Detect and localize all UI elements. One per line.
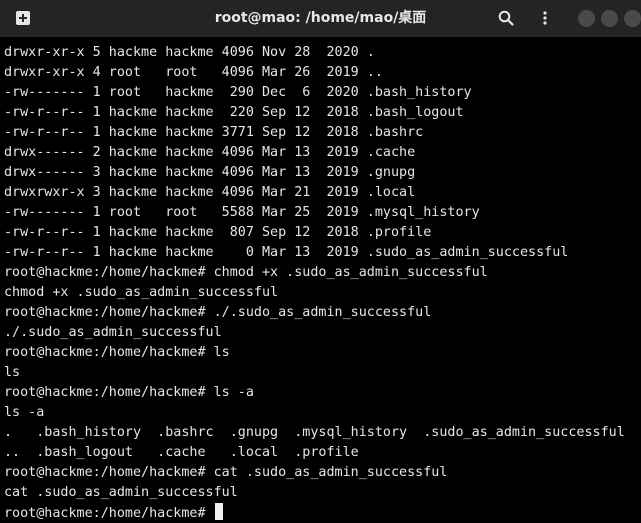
new-tab-icon xyxy=(16,11,30,25)
terminal-line: root@hackme:/home/hackme# ./.sudo_as_adm… xyxy=(4,305,432,320)
terminal-line: chmod +x .sudo_as_admin_successful xyxy=(4,285,279,300)
terminal-line: drwxr-xr-x 4 root root 4096 Mar 26 2019 … xyxy=(4,65,383,80)
terminal-line: -rw-r--r-- 1 hackme hackme 807 Sep 12 20… xyxy=(4,225,432,240)
terminal-line: -rw-r--r-- 1 hackme hackme 0 Mar 13 2019… xyxy=(4,245,569,260)
terminal-line: root@hackme:/home/hackme# ls xyxy=(4,345,230,360)
terminal-line: -rw------- 1 root root 5588 Mar 25 2019 … xyxy=(4,205,480,220)
terminal-line: -rw------- 1 root hackme 290 Dec 6 2020 … xyxy=(4,85,472,100)
terminal-output[interactable]: drwxr-xr-x 5 hackme hackme 4096 Nov 28 2… xyxy=(0,37,641,523)
terminal-line: drwx------ 3 hackme hackme 4096 Mar 13 2… xyxy=(4,165,416,180)
terminal-line: root@hackme:/home/hackme# ls -a xyxy=(4,385,254,400)
terminal-line: .. .bash_logout .cache .local .profile xyxy=(4,445,359,460)
shell-prompt: root@hackme:/home/hackme# xyxy=(4,506,214,521)
close-button[interactable] xyxy=(624,10,641,27)
terminal-line: -rw-r--r-- 1 hackme hackme 220 Sep 12 20… xyxy=(4,105,464,120)
search-button[interactable] xyxy=(493,6,519,30)
terminal-line: ls xyxy=(4,365,21,380)
text-cursor xyxy=(214,503,223,520)
terminal-window: root@mao: /home/mao/桌面 drwxr-xr-x 5 hack… xyxy=(0,0,641,523)
terminal-line: cat .sudo_as_admin_successful xyxy=(4,485,238,500)
terminal-line: -rw-r--r-- 1 hackme hackme 3771 Sep 12 2… xyxy=(4,125,424,140)
terminal-line: ./.sudo_as_admin_successful xyxy=(4,325,222,340)
terminal-line: root@hackme:/home/hackme# cat .sudo_as_a… xyxy=(4,465,448,480)
search-icon xyxy=(498,10,514,26)
terminal-line: root@hackme:/home/hackme# chmod +x .sudo… xyxy=(4,265,488,280)
terminal-line: drwx------ 2 hackme hackme 4096 Mar 13 2… xyxy=(4,145,416,160)
hamburger-menu-icon xyxy=(543,11,547,25)
maximize-button[interactable] xyxy=(601,10,618,27)
terminal-line: ls -a xyxy=(4,405,45,420)
prompt-line[interactable]: root@hackme:/home/hackme# xyxy=(4,503,641,523)
new-tab-button[interactable] xyxy=(10,6,36,30)
terminal-line: . .bash_history .bashrc .gnupg .mysql_hi… xyxy=(4,425,625,440)
title-bar: root@mao: /home/mao/桌面 xyxy=(0,0,641,37)
terminal-line: drwxr-xr-x 5 hackme hackme 4096 Nov 28 2… xyxy=(4,45,375,60)
minimize-button[interactable] xyxy=(578,10,595,27)
menu-button[interactable] xyxy=(532,6,558,30)
terminal-line: drwxrwxr-x 3 hackme hackme 4096 Mar 21 2… xyxy=(4,185,416,200)
